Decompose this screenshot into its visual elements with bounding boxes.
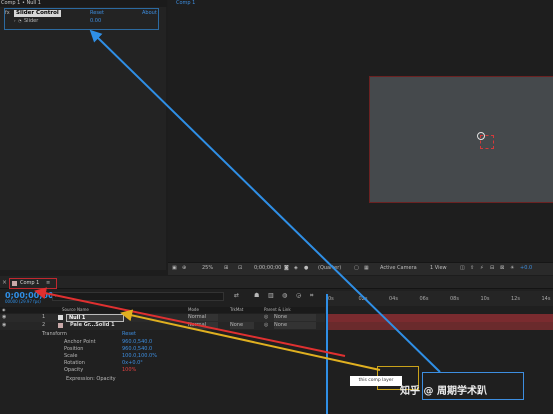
yellow-arrow [120, 309, 381, 371]
blue-arrow [89, 29, 441, 373]
annotation-arrows [34, 29, 441, 373]
red-arrow [34, 287, 346, 357]
